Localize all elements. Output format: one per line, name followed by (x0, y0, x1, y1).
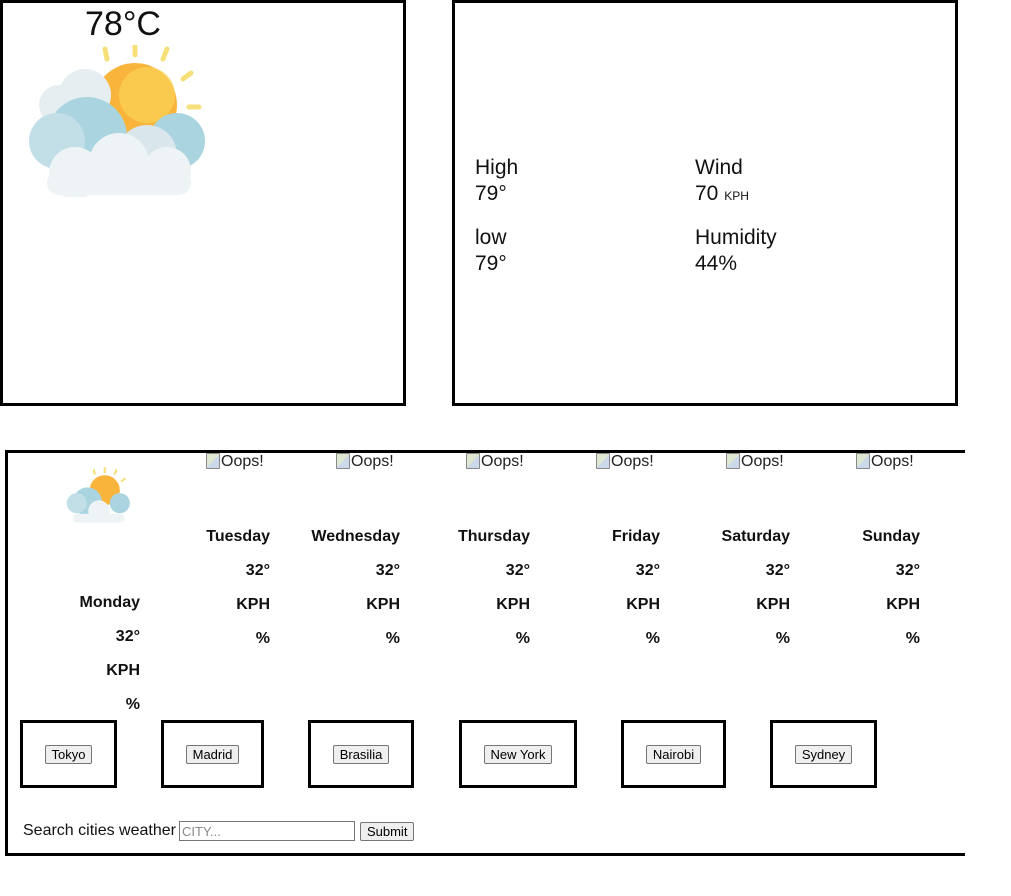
forecast-day-sunday: Sunday 32° KPH % (800, 520, 920, 656)
day-name: Thursday (457, 528, 530, 545)
city-button-brasilia[interactable]: Brasilia (332, 744, 390, 764)
wind-unit: KPH (724, 189, 749, 203)
day-humidity: % (125, 696, 140, 713)
forecast-day-thursday: Thursday 32° KPH % (410, 520, 530, 656)
submit-button[interactable]: Submit (359, 821, 415, 841)
broken-image-icon: Oops! (466, 453, 524, 471)
low-label: low (475, 226, 507, 249)
high-stat: High 79° (475, 155, 518, 207)
day-humidity: % (905, 630, 920, 647)
day-name: Friday (611, 528, 660, 545)
broken-image-icon: Oops! (596, 453, 654, 471)
search-form: Search cities weather Submit (23, 821, 415, 841)
city-box-new-york: New York (459, 720, 577, 788)
humidity-label: Humidity (695, 226, 777, 249)
day-name: Sunday (862, 528, 920, 545)
city-box-nairobi: Nairobi (621, 720, 726, 788)
search-label: Search cities weather (23, 822, 176, 839)
city-search-input[interactable] (178, 821, 355, 841)
city-box-madrid: Madrid (161, 720, 264, 788)
forecast-day-wednesday: Wednesday 32° KPH % (280, 520, 400, 656)
forecast-day-friday: Friday 32° KPH % (540, 520, 660, 656)
day-humidity: % (775, 630, 790, 647)
humidity-stat: Humidity 44% (695, 225, 777, 277)
forecast-day-tuesday: Tuesday 32° KPH % (150, 520, 270, 656)
wind-value: 70 (695, 182, 719, 205)
day-name: Monday (79, 594, 140, 611)
day-humidity: % (645, 630, 660, 647)
wind-label: Wind (695, 156, 743, 179)
forecast-panel: Monday 32° KPH % Oops! Tuesday 32° KPH %… (5, 450, 965, 856)
current-temperature: 78°C (85, 5, 161, 43)
day-wind: KPH (106, 662, 140, 679)
day-humidity: % (385, 630, 400, 647)
forecast-day-saturday: Saturday 32° KPH % (670, 520, 790, 656)
day-name: Saturday (721, 528, 790, 545)
high-value: 79° (475, 182, 507, 205)
day-wind: KPH (366, 596, 400, 613)
current-weather-panel: 78°C (0, 0, 406, 406)
city-button-nairobi[interactable]: Nairobi (645, 744, 702, 764)
broken-image-icon: Oops! (336, 453, 394, 471)
humidity-value: 44% (695, 252, 738, 275)
day-temp: 32° (375, 562, 400, 579)
city-button-sydney[interactable]: Sydney (794, 744, 853, 764)
day-temp: 32° (635, 562, 660, 579)
day-wind: KPH (496, 596, 530, 613)
low-stat: low 79° (475, 225, 507, 277)
day-wind: KPH (236, 596, 270, 613)
broken-image-icon: Oops! (206, 453, 264, 471)
city-button-tokyo[interactable]: Tokyo (44, 744, 93, 764)
day-temp: 32° (505, 562, 530, 579)
partly-cloudy-sun-icon (66, 467, 130, 523)
partly-cloudy-sun-icon (29, 45, 205, 197)
low-value: 79° (475, 252, 507, 275)
city-button-madrid[interactable]: Madrid (185, 744, 240, 764)
day-humidity: % (255, 630, 270, 647)
forecast-day-monday: Monday 32° KPH % (20, 586, 140, 722)
high-label: High (475, 156, 519, 179)
day-temp: 32° (765, 562, 790, 579)
broken-image-icon: Oops! (856, 453, 914, 471)
city-button-new-york[interactable]: New York (483, 744, 553, 764)
day-humidity: % (515, 630, 530, 647)
day-name: Wednesday (311, 528, 400, 545)
city-box-brasilia: Brasilia (308, 720, 414, 788)
city-box-tokyo: Tokyo (20, 720, 117, 788)
day-name: Tuesday (206, 528, 270, 545)
day-wind: KPH (626, 596, 660, 613)
weather-details-panel: High 79° low 79° Wind 70 KPH Humidity 44… (452, 0, 958, 406)
day-wind: KPH (886, 596, 920, 613)
day-temp: 32° (245, 562, 270, 579)
day-temp: 32° (895, 562, 920, 579)
wind-stat: Wind 70 KPH (695, 155, 749, 209)
broken-image-icon: Oops! (726, 453, 784, 471)
city-box-sydney: Sydney (770, 720, 877, 788)
day-wind: KPH (756, 596, 790, 613)
day-temp: 32° (115, 628, 140, 645)
